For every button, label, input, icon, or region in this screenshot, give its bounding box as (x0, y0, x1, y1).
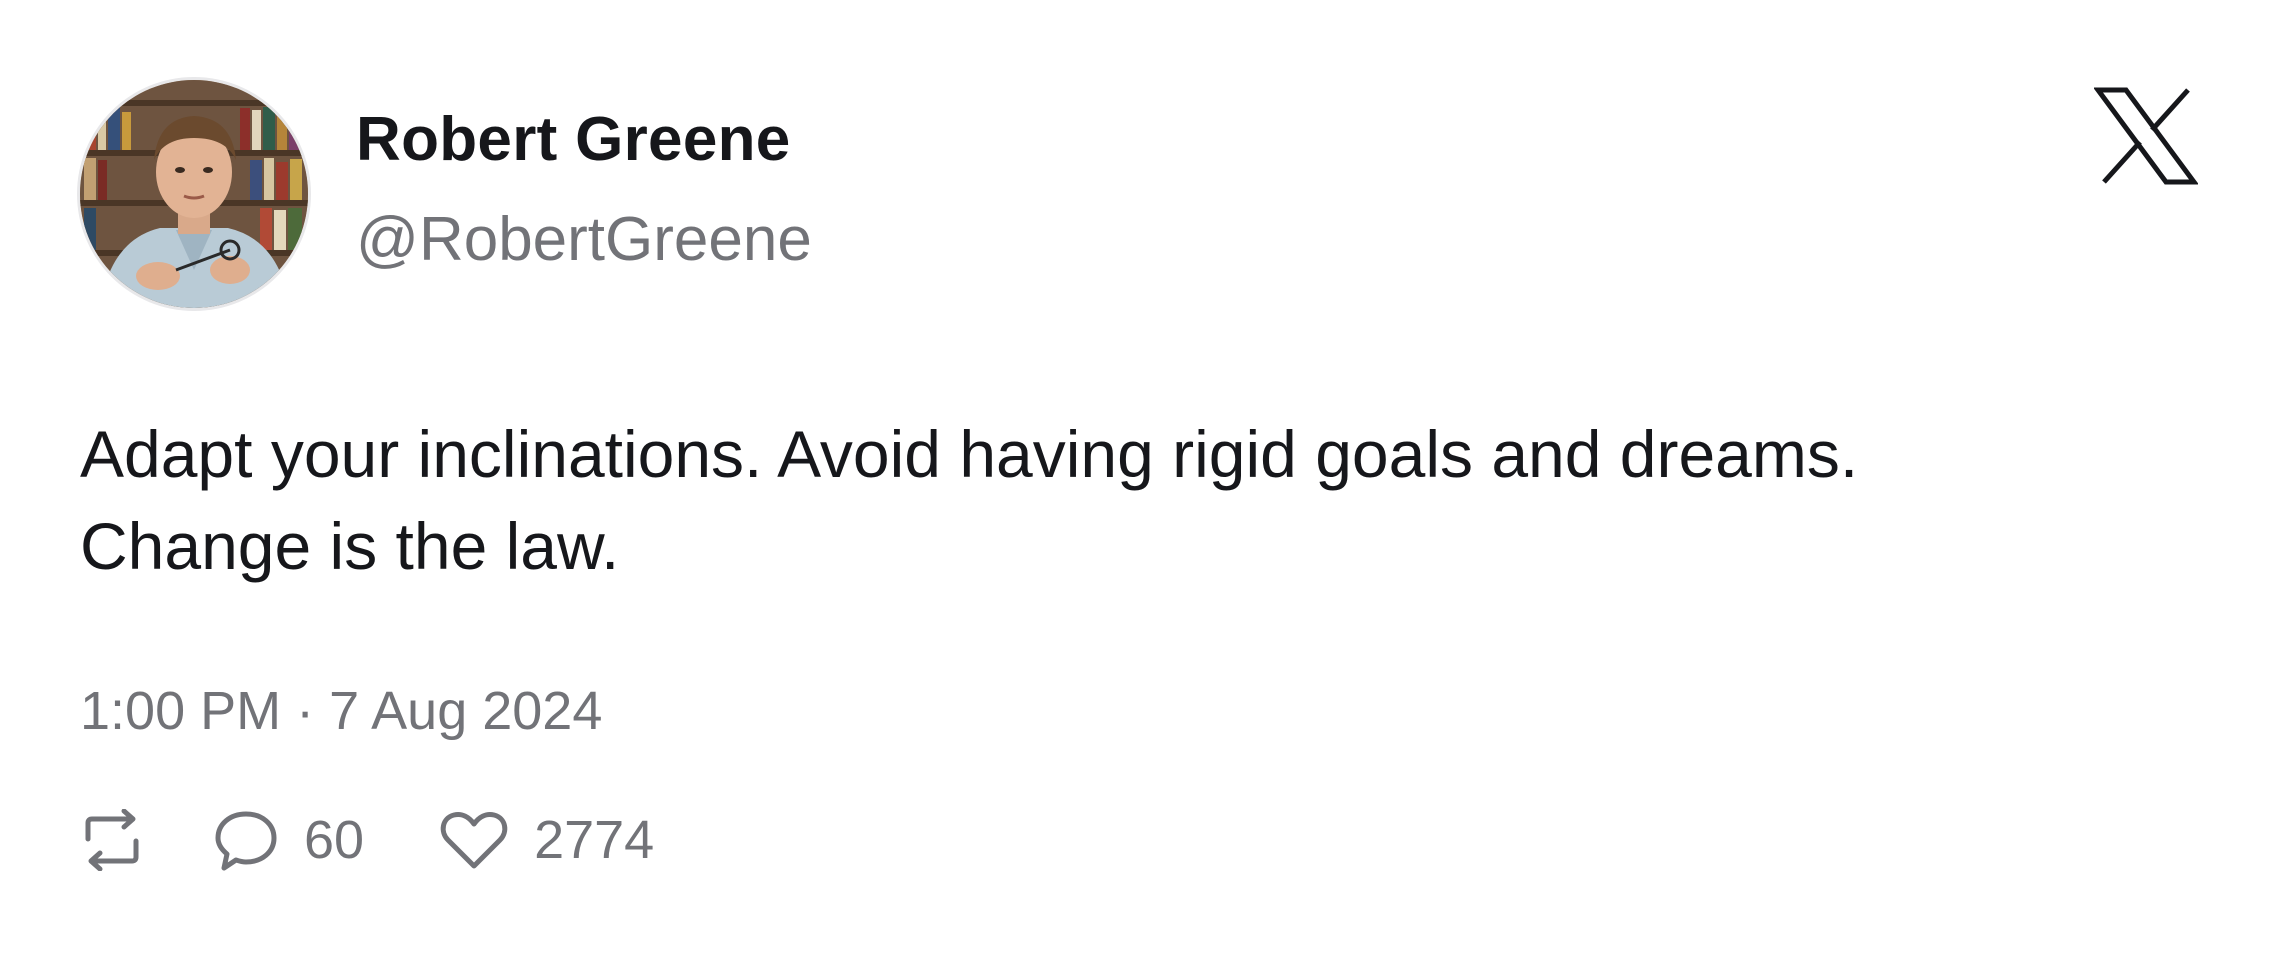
author-handle[interactable]: @RobertGreene (356, 204, 812, 275)
author-name[interactable]: Robert Greene (356, 104, 791, 175)
heart-icon (440, 812, 508, 869)
x-logo-icon[interactable] (2093, 86, 2199, 186)
reply-icon (215, 811, 277, 871)
tweet-text: Adapt your inclinations. Avoid having ri… (80, 408, 2190, 592)
author-avatar[interactable] (80, 80, 308, 308)
reply-button[interactable]: 60 (214, 808, 364, 872)
tweet-timestamp[interactable]: 1:00 PM · 7 Aug 2024 (80, 680, 602, 742)
retweet-icon (85, 809, 139, 871)
like-button[interactable]: 2774 (440, 809, 654, 871)
tweet-text-line: Adapt your inclinations. Avoid having ri… (80, 417, 1859, 491)
avatar-photo (80, 80, 308, 308)
reply-count: 60 (304, 810, 365, 870)
retweet-button[interactable] (80, 809, 144, 871)
tweet-card: Robert Greene @RobertGreene Adapt your i… (0, 0, 2276, 956)
tweet-actions: 60 2774 (80, 800, 654, 880)
tweet-text-line: Change is the law. (80, 509, 620, 583)
like-count: 2774 (534, 810, 655, 870)
